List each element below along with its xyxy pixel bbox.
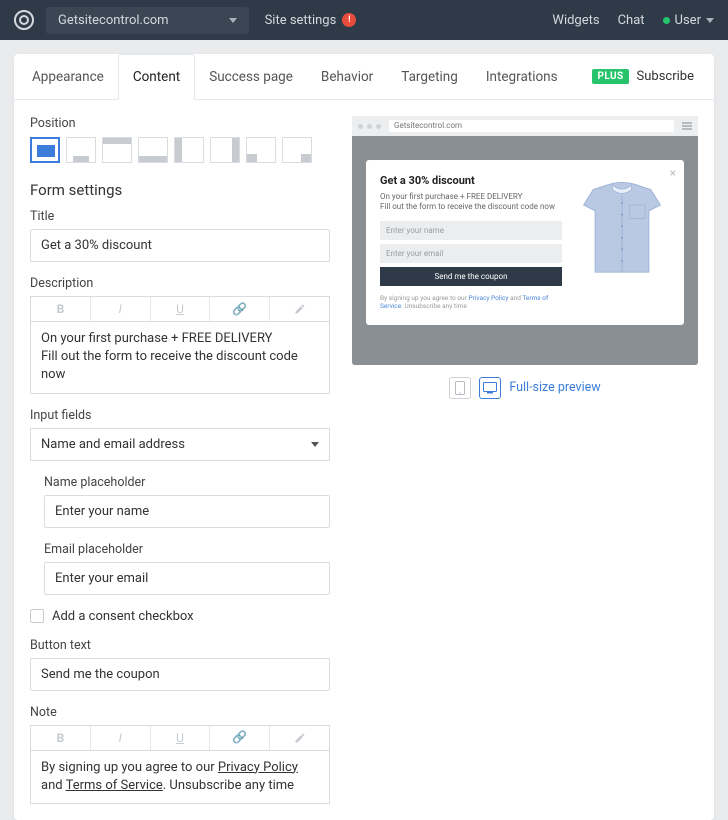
button-text-input[interactable] — [30, 658, 330, 691]
chevron-down-icon — [706, 18, 714, 23]
window-dot-icon — [358, 124, 363, 129]
site-selector[interactable]: Getsitecontrol.com — [46, 7, 249, 34]
position-bottom-right[interactable] — [282, 137, 312, 163]
note-label: Note — [30, 705, 330, 720]
logo-icon — [14, 10, 34, 30]
preview-desc: On your first purchase + FREE DELIVERY F… — [380, 192, 562, 213]
name-placeholder-label: Name placeholder — [44, 475, 330, 490]
link-icon[interactable]: 🔗 — [210, 297, 270, 321]
window-dot-icon — [367, 124, 372, 129]
position-right[interactable] — [210, 137, 240, 163]
checkbox-icon — [30, 609, 44, 623]
name-placeholder-input[interactable] — [44, 495, 330, 528]
edit-icon[interactable] — [270, 726, 329, 750]
email-placeholder-label: Email placeholder — [44, 542, 330, 557]
preview-note: By signing up you agree to our Privacy P… — [380, 294, 562, 311]
product-image — [574, 174, 670, 284]
chevron-down-icon — [229, 18, 237, 23]
settings-column: Position Form settings Title Description — [30, 116, 330, 804]
tab-content[interactable]: Content — [118, 54, 195, 100]
desc-line1: On your first purchase + FREE DELIVERY — [41, 330, 319, 348]
consent-label: Add a consent checkbox — [52, 609, 194, 624]
top-right-nav: Widgets Chat User — [552, 13, 714, 28]
editor-card: Appearance Content Success page Behavior… — [14, 54, 714, 820]
bold-icon[interactable]: B — [31, 726, 91, 750]
site-name: Getsitecontrol.com — [58, 13, 169, 28]
alert-badge-icon: ! — [342, 13, 356, 27]
button-text-label: Button text — [30, 638, 330, 653]
description-editor[interactable]: On your first purchase + FREE DELIVERY F… — [30, 321, 330, 394]
tab-integrations[interactable]: Integrations — [472, 55, 572, 99]
hamburger-icon — [682, 122, 692, 130]
input-fields-label: Input fields — [30, 408, 330, 423]
nav-chat[interactable]: Chat — [618, 13, 645, 28]
note-mid: and — [41, 778, 66, 793]
rich-toolbar-note: B I U 🔗 — [30, 725, 330, 750]
bold-icon[interactable]: B — [31, 297, 91, 321]
window-dot-icon — [376, 124, 381, 129]
nav-widgets[interactable]: Widgets — [552, 13, 599, 28]
form-settings-heading: Form settings — [30, 181, 330, 199]
user-label: User — [675, 13, 701, 28]
site-settings-label: Site settings — [265, 13, 337, 28]
tab-appearance[interactable]: Appearance — [18, 55, 118, 99]
address-bar: Getsitecontrol.com — [389, 120, 674, 132]
rich-toolbar: B I U 🔗 — [30, 296, 330, 321]
nav-user[interactable]: User — [663, 13, 714, 28]
preview-email-input: Enter your email — [380, 244, 562, 263]
mobile-preview-icon[interactable] — [449, 377, 471, 399]
note-tos: Terms of Service — [66, 778, 163, 793]
preview-frame: Getsitecontrol.com × Get a 30% discount … — [352, 116, 698, 365]
title-input[interactable] — [30, 229, 330, 262]
consent-checkbox-row[interactable]: Add a consent checkbox — [30, 609, 330, 624]
preview-widget: × Get a 30% discount On your first purch… — [366, 160, 684, 325]
online-dot-icon — [663, 17, 670, 24]
note-editor[interactable]: By signing up you agree to our Privacy P… — [30, 750, 330, 804]
position-picker — [30, 137, 330, 163]
position-bottom[interactable] — [138, 137, 168, 163]
position-bottom-center[interactable] — [66, 137, 96, 163]
position-label: Position — [30, 116, 330, 131]
preview-column: Getsitecontrol.com × Get a 30% discount … — [352, 116, 698, 804]
desc-line2: Fill out the form to receive the discoun… — [41, 348, 319, 384]
preview-title: Get a 30% discount — [380, 174, 562, 187]
input-fields-value: Name and email address — [41, 437, 185, 452]
title-label: Title — [30, 209, 330, 224]
browser-bar: Getsitecontrol.com — [352, 116, 698, 136]
desktop-preview-icon[interactable] — [479, 377, 501, 399]
preview-name-input: Enter your name — [380, 221, 562, 240]
underline-icon[interactable]: U — [151, 726, 211, 750]
underline-icon[interactable]: U — [151, 297, 211, 321]
position-bottom-left[interactable] — [246, 137, 276, 163]
close-icon[interactable]: × — [670, 166, 676, 180]
tab-bar: Appearance Content Success page Behavior… — [14, 54, 714, 100]
input-fields-select[interactable]: Name and email address — [30, 428, 330, 461]
note-privacy: Privacy Policy — [218, 760, 298, 775]
chevron-down-icon — [311, 442, 319, 447]
edit-icon[interactable] — [270, 297, 329, 321]
site-settings-link[interactable]: Site settings ! — [265, 13, 357, 28]
top-bar: Getsitecontrol.com Site settings ! Widge… — [0, 0, 728, 40]
plus-badge: PLUS — [592, 69, 628, 84]
description-label: Description — [30, 276, 330, 291]
italic-icon[interactable]: I — [91, 297, 151, 321]
note-pre: By signing up you agree to our — [41, 760, 218, 775]
link-icon[interactable]: 🔗 — [210, 726, 270, 750]
subscribe-link[interactable]: Subscribe — [637, 69, 694, 84]
note-post: . Unsubscribe any time — [163, 778, 294, 793]
tab-targeting[interactable]: Targeting — [387, 55, 472, 99]
italic-icon[interactable]: I — [91, 726, 151, 750]
position-top[interactable] — [102, 137, 132, 163]
preview-controls: Full-size preview — [352, 377, 698, 399]
tab-behavior[interactable]: Behavior — [307, 55, 387, 99]
full-size-preview-link[interactable]: Full-size preview — [509, 380, 600, 395]
tab-success-page[interactable]: Success page — [195, 55, 307, 99]
preview-button: Send me the coupon — [380, 267, 562, 286]
email-placeholder-input[interactable] — [44, 562, 330, 595]
position-center[interactable] — [30, 137, 60, 163]
position-left[interactable] — [174, 137, 204, 163]
